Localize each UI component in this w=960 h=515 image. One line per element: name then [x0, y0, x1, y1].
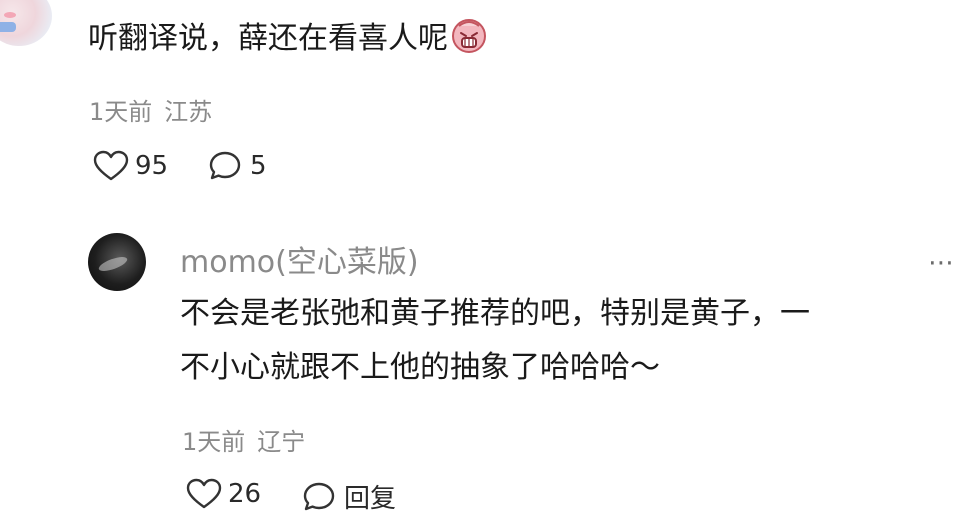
comment-location: 江苏 [164, 98, 213, 126]
comment-body: 听翻译说，薛还在看喜人呢 [88, 21, 448, 56]
reply-like-count: 26 [228, 479, 262, 509]
reply-avatar[interactable] [88, 233, 146, 291]
crying-face-emoji-icon [450, 16, 488, 54]
reply-button[interactable]: 回复 [302, 478, 396, 515]
reply-label: 回复 [344, 484, 397, 514]
commenter-avatar[interactable] [0, 0, 52, 46]
reply-count: 5 [250, 151, 267, 181]
reply-like-button[interactable]: 26 [186, 478, 261, 510]
like-button[interactable]: 95 [93, 150, 168, 182]
comment-meta: 1天前 江苏 [89, 92, 212, 127]
reply-username[interactable]: momo(空心菜版) [180, 237, 419, 281]
reply-count-button[interactable]: 5 [208, 150, 267, 182]
reply-meta: 1天前 辽宁 [182, 422, 305, 457]
reply-text-line-2: 不小心就跟不上他的抽象了哈哈哈～ [180, 350, 660, 385]
reply-time: 1天前 [182, 428, 246, 456]
comment-time: 1天前 [89, 98, 153, 126]
comment-text: 听翻译说，薛还在看喜人呢 [88, 16, 488, 59]
like-count: 95 [135, 151, 169, 181]
comment-bubble-icon [302, 481, 336, 513]
heart-icon [186, 478, 222, 510]
comment-bubble-icon [208, 150, 242, 182]
reply-location: 辽宁 [257, 428, 306, 456]
more-options-icon[interactable]: ⋯ [928, 248, 956, 278]
reply-text-line-1: 不会是老张弛和黄子推荐的吧，特别是黄子，一 [180, 296, 810, 331]
heart-icon [93, 150, 129, 182]
